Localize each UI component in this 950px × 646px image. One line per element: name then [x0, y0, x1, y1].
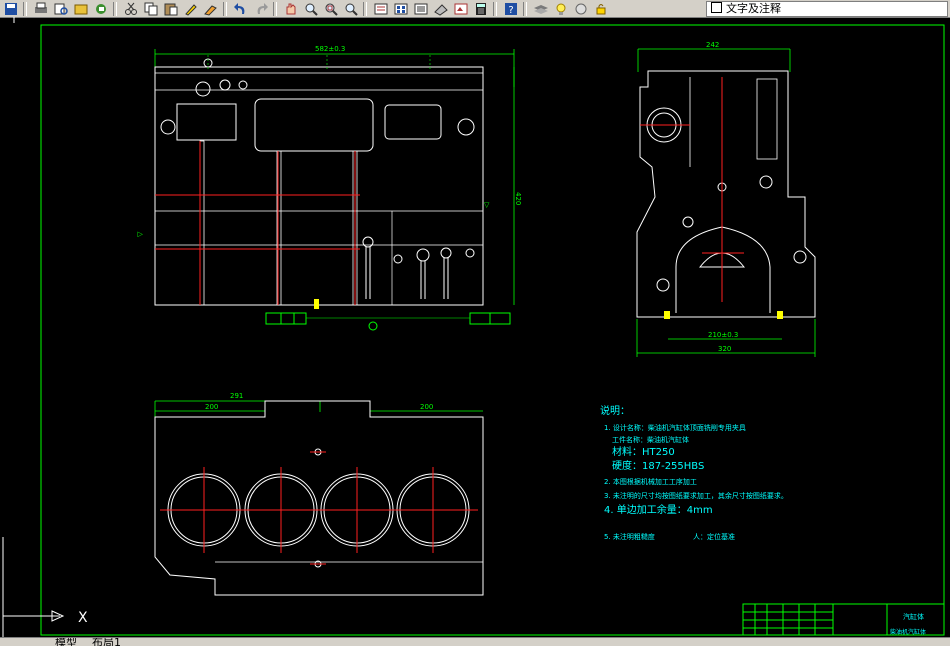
redo-icon[interactable]	[252, 2, 270, 16]
matchprop-icon[interactable]	[182, 2, 200, 16]
dim-top-overall: 291	[230, 392, 243, 400]
toolbar-separator	[223, 1, 227, 16]
toolbar-separator	[523, 1, 527, 16]
note-3: 3. 未注明的尺寸均按图纸要求加工，其余尺寸按图纸要求。	[604, 491, 788, 500]
note-1a: 工件名称：柴油机汽缸体	[612, 435, 689, 444]
paste-icon[interactable]	[162, 2, 180, 16]
zoom-window-icon[interactable]	[322, 2, 340, 16]
toolbar-separator	[493, 1, 497, 16]
title-block: 汽缸体 柴油机汽缸体	[742, 603, 945, 636]
notes-block: 说明： 1. 设计名称：柴油机汽缸体顶面铣削专用夹具 工件名称：柴油机汽缸体 材…	[600, 404, 788, 541]
note-5b: 人：定位基准	[693, 532, 735, 541]
toolbar-separator	[23, 1, 27, 16]
note-5: 5. 未注明粗糙度	[604, 532, 655, 541]
note-2: 2. 本图根据机械加工工序加工	[604, 477, 697, 486]
save-icon[interactable]	[2, 2, 20, 16]
dim-height: 420	[514, 192, 522, 205]
designcenter-icon[interactable]	[392, 2, 410, 16]
cut-icon[interactable]	[122, 2, 140, 16]
drawing-frame	[40, 24, 945, 636]
layer-color-swatch	[711, 2, 722, 13]
toolbar-separator	[273, 1, 277, 16]
layer-name: 文字及注释	[726, 2, 781, 15]
layer-lock-icon[interactable]	[592, 2, 610, 16]
notes-heading: 说明：	[600, 404, 630, 417]
dim-side-inner: 210±0.3	[708, 331, 738, 339]
svg-text:▽: ▽	[136, 231, 144, 237]
note-1c: 硬度：187-255HBS	[612, 459, 704, 472]
ucs-icon: X	[2, 537, 88, 637]
pan-icon[interactable]	[282, 2, 300, 16]
publish-icon[interactable]	[72, 2, 90, 16]
layer-dropdown[interactable]: 文字及注释	[706, 1, 948, 17]
toolbar-separator	[113, 1, 117, 16]
help-icon[interactable]: ?	[502, 2, 520, 16]
drawing-canvas[interactable]: 582±0.3 420 ▽ ▽ 242 210±0.3 320 291 200 …	[0, 17, 950, 637]
layer-freeze-icon[interactable]	[572, 2, 590, 16]
layer-on-icon[interactable]	[552, 2, 570, 16]
calculator-icon[interactable]	[472, 2, 490, 16]
zoom-realtime-icon[interactable]	[302, 2, 320, 16]
note-4: 4. 单边加工余量：4mm	[604, 503, 713, 516]
note-1b: 材料：HT250	[612, 445, 675, 458]
dim-side-top: 242	[706, 41, 719, 49]
sheetset-icon[interactable]	[432, 2, 450, 16]
title-block-subtitle: 柴油机汽缸体	[890, 628, 926, 636]
dim-side-outer: 320	[718, 345, 731, 353]
preview-icon[interactable]	[52, 2, 70, 16]
svg-text:▽: ▽	[484, 201, 490, 209]
side-view: 242 210±0.3 320	[636, 41, 816, 357]
zoom-previous-icon[interactable]	[342, 2, 360, 16]
front-view: 582±0.3 420 ▽ ▽	[136, 45, 522, 331]
svg-text:?: ?	[508, 5, 513, 16]
title-block-name: 汽缸体	[903, 612, 924, 621]
layer-manager-icon[interactable]	[532, 2, 550, 16]
note-1: 1. 设计名称：柴油机汽缸体顶面铣削专用夹具	[604, 423, 746, 432]
brush-icon[interactable]	[202, 2, 220, 16]
toolbar-separator	[363, 1, 367, 16]
plot-icon[interactable]	[92, 2, 110, 16]
dim-top-right: 200	[420, 403, 433, 411]
markup-icon[interactable]	[452, 2, 470, 16]
print-icon[interactable]	[32, 2, 50, 16]
copy-icon[interactable]	[142, 2, 160, 16]
top-view: 291 200 200	[154, 392, 484, 596]
properties-icon[interactable]	[372, 2, 390, 16]
ucs-x-label: X	[78, 610, 88, 626]
toolpalette-icon[interactable]	[412, 2, 430, 16]
dim-top-left: 200	[205, 403, 218, 411]
dim-width: 582±0.3	[315, 45, 345, 53]
standard-toolbar: ? 文字及注释	[0, 0, 950, 18]
undo-icon[interactable]	[232, 2, 250, 16]
